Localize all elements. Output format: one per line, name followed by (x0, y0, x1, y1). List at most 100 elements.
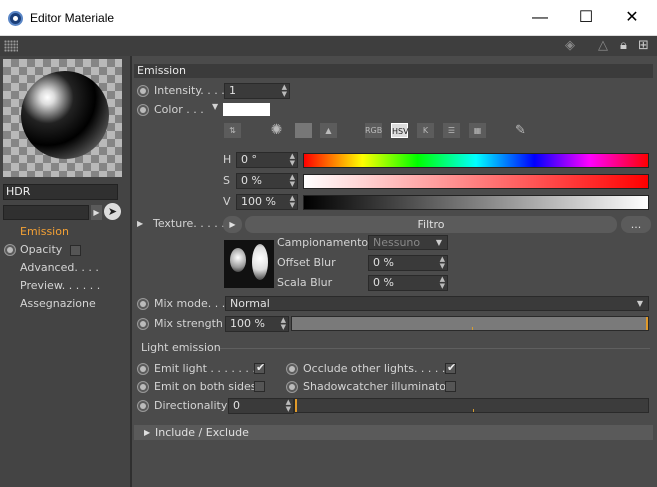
shadowcatcher-checkbox[interactable] (445, 381, 456, 392)
spinner-icon[interactable]: ▲ ▼ (290, 174, 295, 188)
hue-slider[interactable] (303, 153, 649, 168)
value-slider[interactable] (303, 195, 649, 210)
title-bar: Editor Materiale — ☐ ✕ (0, 0, 657, 36)
v-label: V (223, 195, 231, 208)
shadowcatcher-radio[interactable] (286, 381, 298, 393)
occlude-label: Occlude other lights. . . . . . (303, 362, 453, 375)
color-dropdown-arrow-icon[interactable]: ▼ (212, 99, 218, 115)
material-preview[interactable] (3, 59, 122, 177)
channel-advanced[interactable]: Advanced. . . . (20, 260, 99, 276)
mix-strength-handle[interactable] (646, 317, 648, 330)
opacity-radio[interactable] (4, 244, 16, 256)
saturation-slider[interactable] (303, 174, 649, 189)
occlude-checkbox[interactable] (445, 361, 456, 374)
eyedropper-icon[interactable]: ✎ (512, 123, 529, 138)
spinner-icon[interactable]: ▲ ▼ (440, 276, 445, 290)
spinner-icon[interactable]: ▲ ▼ (286, 399, 291, 413)
eye-icon[interactable]: ◈ (565, 38, 575, 54)
pointer-icon[interactable]: ➤ (104, 203, 121, 220)
material-name-field[interactable]: HDR (3, 184, 118, 200)
channel-preview[interactable]: Preview. . . . . . (20, 278, 100, 294)
hsv-mode-button[interactable]: HSV (391, 123, 409, 138)
new-panel-icon[interactable]: ⊞ (638, 38, 649, 54)
image-icon[interactable]: ▲ (320, 123, 337, 138)
v-field[interactable]: 100 % ▲ ▼ (236, 194, 298, 210)
scale-blur-field[interactable]: 0 % ▲ ▼ (368, 275, 448, 291)
v-value: 100 % (241, 195, 276, 208)
toolbar: ◈ △ 🔒︎ ⊞ (0, 36, 657, 56)
sampling-label: Campionamento (277, 236, 369, 249)
emit-both-label: Emit on both sides (154, 380, 257, 393)
channel-opacity[interactable]: Opacity (20, 242, 62, 258)
channel-emission[interactable]: Emission (20, 224, 69, 240)
directionality-slider[interactable] (294, 398, 649, 413)
kelvin-mode-button[interactable]: K (417, 123, 434, 138)
intensity-label: Intensity. . . . (154, 84, 225, 97)
h-value: 0 ° (241, 153, 257, 166)
spectrum-icon[interactable] (295, 123, 312, 138)
mix-mode-value: Normal (230, 297, 270, 310)
thumb-highlight-right (252, 244, 268, 280)
texture-expand-icon[interactable]: ▶ (137, 216, 143, 232)
texture-more-button[interactable]: ... (621, 216, 651, 233)
include-exclude-toggle[interactable]: ▶ Include / Exclude (134, 425, 653, 440)
triangle-icon[interactable]: △ (598, 38, 608, 54)
directionality-label: Directionality (154, 399, 228, 412)
emit-light-radio[interactable] (137, 363, 149, 375)
intensity-field[interactable]: 1 ▲ ▼ (224, 83, 290, 99)
close-button[interactable]: ✕ (609, 0, 655, 36)
light-emission-title: Light emission (141, 341, 221, 354)
intensity-radio[interactable] (137, 85, 149, 97)
thumb-highlight-left (230, 248, 246, 272)
emit-both-radio[interactable] (137, 381, 149, 393)
texture-thumbnail[interactable] (224, 240, 274, 288)
directionality-radio[interactable] (137, 400, 149, 412)
spinner-icon[interactable]: ▲ ▼ (290, 153, 295, 167)
emission-section-header: Emission (134, 64, 653, 78)
arrow-right-icon[interactable]: ▶ (91, 205, 102, 220)
mix-mode-label: Mix mode. . . (154, 297, 226, 310)
spinner-icon[interactable]: ▲ ▼ (290, 195, 295, 209)
opacity-checkbox[interactable] (70, 245, 81, 256)
spinner-icon[interactable]: ▲ ▼ (440, 256, 445, 270)
texture-filter-button[interactable]: Filtro (245, 216, 617, 233)
app-icon (8, 11, 23, 26)
grip-icon[interactable] (4, 40, 18, 52)
texture-arrow-button[interactable]: ▶ (223, 216, 242, 233)
mix-strength-slider[interactable] (291, 316, 649, 331)
s-field[interactable]: 0 % ▲ ▼ (236, 173, 298, 189)
color-swatch[interactable] (223, 103, 270, 116)
mix-mode-radio[interactable] (137, 298, 149, 310)
spinner-icon[interactable]: ▲ ▼ (281, 317, 286, 331)
color-radio[interactable] (137, 104, 149, 116)
minimize-button[interactable]: — (517, 0, 563, 36)
swatches-icon[interactable]: ▦ (469, 123, 486, 138)
emit-light-checkbox[interactable] (254, 361, 265, 374)
color-picker-tool-icon[interactable]: ⇅ (224, 123, 241, 138)
mixer-icon[interactable]: ☰ (443, 123, 460, 138)
mix-strength-field[interactable]: 100 % ▲ ▼ (225, 316, 289, 332)
emit-both-checkbox[interactable] (254, 381, 265, 392)
offset-blur-field[interactable]: 0 % ▲ ▼ (368, 255, 448, 271)
color-wheel-icon[interactable]: ✺ (268, 123, 285, 138)
h-field[interactable]: 0 ° ▲ ▼ (236, 152, 298, 168)
color-label: Color . . . (154, 103, 204, 116)
mix-strength-radio[interactable] (137, 318, 149, 330)
occlude-radio[interactable] (286, 363, 298, 375)
spinner-icon[interactable]: ▲ ▼ (282, 84, 287, 98)
lock-icon[interactable]: 🔒︎ (620, 38, 627, 54)
mix-mode-dropdown[interactable]: Normal ▼ (225, 296, 649, 311)
h-label: H (223, 153, 232, 166)
sampling-dropdown[interactable]: Nessuno ▼ (368, 235, 448, 250)
scale-blur-value: 0 % (373, 276, 394, 289)
scale-blur-label: Scala Blur (277, 276, 333, 289)
mix-strength-label: Mix strength (154, 317, 223, 330)
directionality-field[interactable]: 0 ▲ ▼ (228, 398, 294, 414)
channel-search-field[interactable] (3, 205, 89, 220)
texture-label: Texture. . . . . (153, 217, 225, 230)
directionality-handle[interactable] (295, 399, 297, 412)
intensity-value: 1 (229, 84, 236, 97)
rgb-mode-button[interactable]: RGB (365, 123, 382, 138)
maximize-button[interactable]: ☐ (563, 0, 609, 36)
channel-assegnazione[interactable]: Assegnazione (20, 296, 96, 312)
